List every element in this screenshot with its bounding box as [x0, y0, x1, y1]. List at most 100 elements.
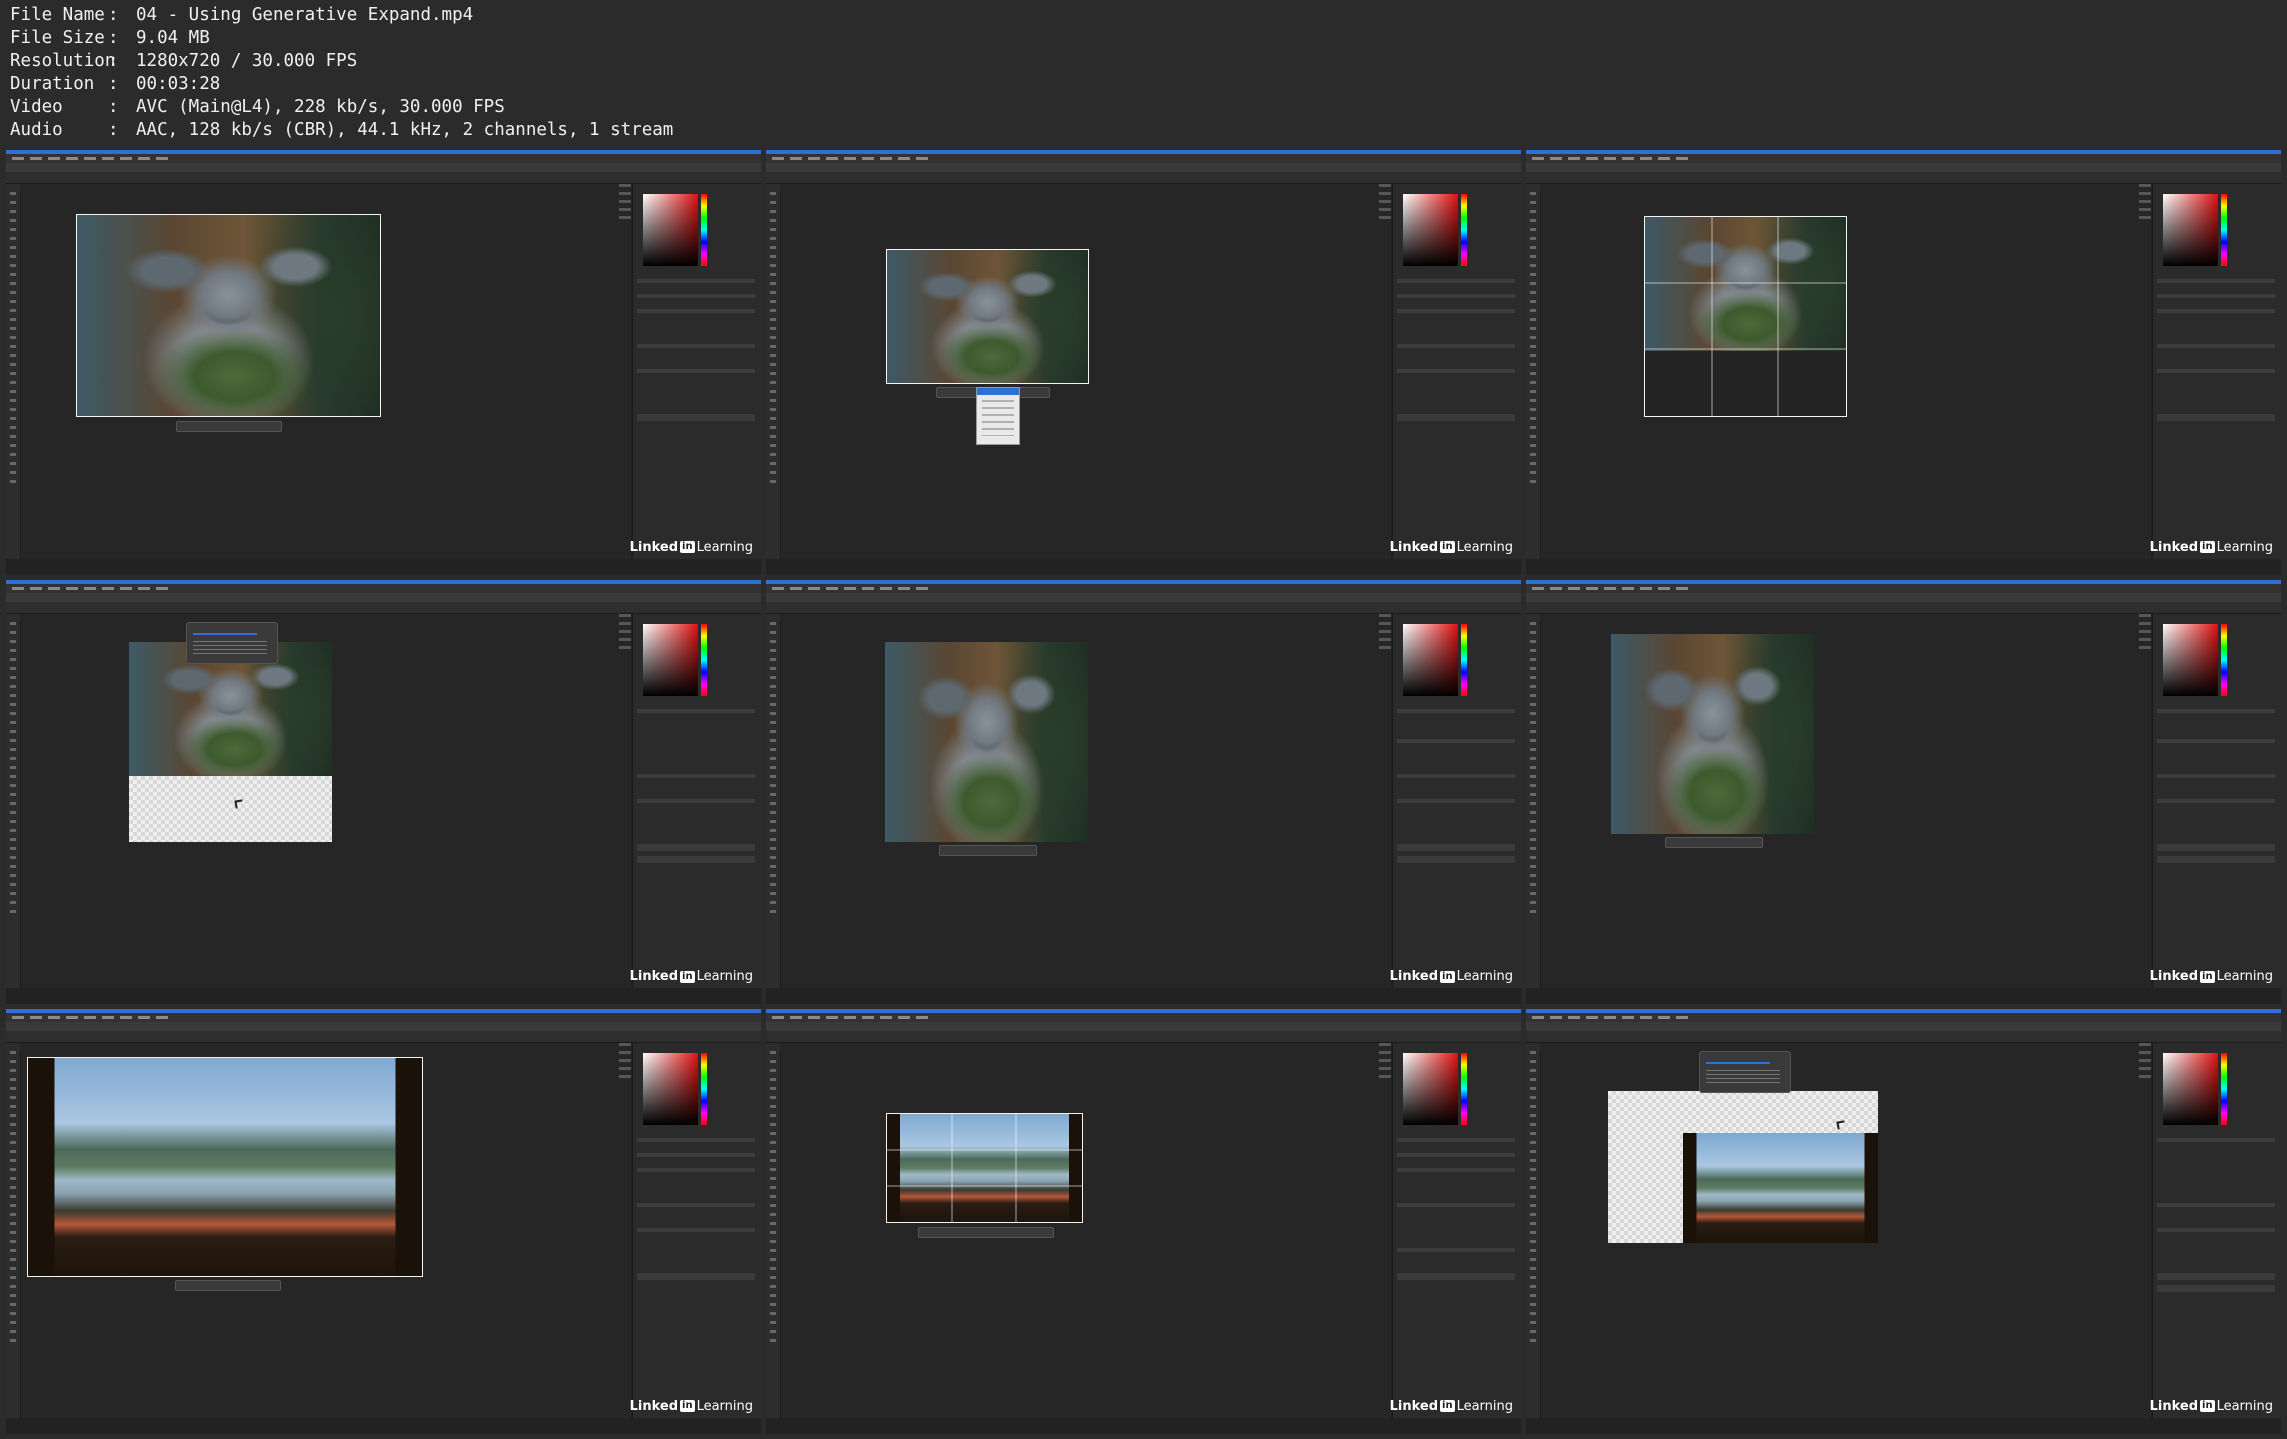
options-bar: [1526, 1031, 2281, 1044]
video-thumbnail[interactable]: Linked in Learning: [766, 579, 1521, 1005]
landscape-photo: [1683, 1133, 1878, 1244]
file-info-key: Audio: [10, 120, 63, 140]
video-thumbnail[interactable]: Linked in Learning: [6, 150, 761, 575]
file-info-key: Resolution: [10, 51, 116, 71]
logo-text: Learning: [2216, 1398, 2273, 1414]
menu-bar: [1526, 154, 2281, 163]
canvas-area: [21, 621, 631, 989]
hue-slider: [1461, 1053, 1467, 1126]
contextual-task-bar[interactable]: [1665, 836, 1763, 848]
linkedin-learning-logo: Linked in Learning: [2150, 540, 2273, 555]
video-thumbnail[interactable]: Linked in Learning: [766, 150, 1521, 575]
crop-frame[interactable]: [886, 249, 1089, 384]
crop-frame[interactable]: [1644, 216, 1847, 417]
layer-row: [2157, 855, 2275, 863]
document-tab-bar: [780, 1043, 1391, 1052]
contextual-task-bar[interactable]: [175, 1280, 281, 1292]
video-thumbnail[interactable]: Linked in Learning: [6, 579, 761, 1005]
right-panels: [1379, 1043, 1521, 1418]
layer-row: [1397, 414, 1515, 421]
logo-text: Linked: [629, 969, 679, 985]
video-thumbnail[interactable]: Linked in Learning: [1526, 1009, 2281, 1434]
linkedin-learning-logo: Linked in Learning: [1390, 540, 1513, 555]
crop-frame[interactable]: [886, 1113, 1083, 1224]
canvas-area: [21, 1051, 631, 1418]
generating-dialog: [1699, 1051, 1791, 1094]
linkedin-learning-logo: Linked in Learning: [630, 1399, 753, 1414]
logo-in-badge: in: [680, 970, 695, 983]
file-info-separator: :: [108, 51, 119, 71]
layer-row: [2157, 414, 2275, 421]
color-picker: [643, 194, 698, 266]
contextual-task-bar[interactable]: [176, 421, 282, 432]
canvas-area: [781, 621, 1391, 989]
document-tab-bar: [20, 184, 631, 192]
file-info-row: Resolution:1280x720 / 30.000 FPS: [10, 50, 673, 73]
logo-text: Linked: [629, 539, 679, 555]
menu-bar: [766, 154, 1521, 163]
status-bar: [1526, 1417, 2281, 1434]
color-picker: [1403, 194, 1458, 266]
file-info-value: 1280x720 / 30.000 FPS: [136, 51, 358, 71]
color-picker: [1403, 1053, 1458, 1126]
hue-slider: [701, 623, 707, 696]
right-panels: [1379, 184, 1521, 559]
tools-panel: [766, 1043, 781, 1418]
tools-panel: [766, 184, 781, 559]
app-title-bar: [766, 1022, 1521, 1032]
options-bar: [766, 601, 1521, 614]
logo-text: Linked: [629, 1398, 679, 1414]
logo-text: Linked: [2149, 539, 2199, 555]
file-info-key: File Size: [10, 28, 105, 48]
options-bar: [6, 172, 761, 184]
file-info-value: 9.04 MB: [136, 28, 210, 48]
contextual-task-bar[interactable]: [918, 1227, 1054, 1239]
hue-slider: [2221, 1053, 2227, 1126]
file-info-row: Duration:00:03:28: [10, 73, 673, 96]
layer-row: [1397, 843, 1515, 851]
logo-text: Learning: [1456, 539, 1513, 555]
logo-text: Linked: [2149, 1398, 2199, 1414]
logo-text: Linked: [1389, 969, 1439, 985]
crop-frame[interactable]: [27, 1057, 423, 1278]
right-panels: [2139, 184, 2281, 559]
linkedin-learning-logo: Linked in Learning: [2150, 969, 2273, 984]
status-bar: [1526, 988, 2281, 1005]
ratio-dropdown[interactable]: [976, 387, 1020, 445]
tools-panel: [6, 1043, 21, 1418]
status-bar: [6, 988, 761, 1005]
contextual-task-bar[interactable]: [939, 844, 1037, 856]
options-bar: [6, 601, 761, 614]
logo-in-badge: in: [2200, 541, 2215, 554]
status-bar: [766, 1417, 1521, 1434]
file-info-separator: :: [108, 5, 119, 25]
video-thumbnail[interactable]: Linked in Learning: [1526, 150, 2281, 575]
layer-row: [637, 1273, 755, 1281]
linkedin-learning-logo: Linked in Learning: [2150, 1399, 2273, 1414]
logo-text: Linked: [1389, 539, 1439, 555]
koala-expanded-photo: [1611, 633, 1814, 834]
logo-text: Learning: [696, 969, 753, 985]
crop-frame[interactable]: [76, 214, 381, 417]
video-thumbnail[interactable]: Linked in Learning: [6, 1009, 761, 1434]
logo-text: Learning: [2216, 539, 2273, 555]
menu-bar: [6, 583, 761, 593]
hue-slider: [2221, 623, 2227, 696]
logo-text: Linked: [1389, 1398, 1439, 1414]
app-title-bar: [1526, 592, 2281, 602]
tools-panel: [6, 613, 21, 989]
file-info-value: 04 - Using Generative Expand.mp4: [136, 5, 474, 25]
document-tab-bar: [1540, 1043, 2151, 1052]
canvas-area: [21, 192, 631, 559]
video-thumbnail[interactable]: Linked in Learning: [766, 1009, 1521, 1434]
layer-row: [2157, 1285, 2275, 1293]
color-picker: [2163, 194, 2218, 266]
menu-bar: [1526, 583, 2281, 593]
document-tab-bar: [20, 1043, 631, 1052]
logo-text: Learning: [696, 1398, 753, 1414]
right-panels: [619, 613, 761, 989]
menu-bar: [766, 1013, 1521, 1023]
logo-text: Linked: [2149, 969, 2199, 985]
video-thumbnail[interactable]: Linked in Learning: [1526, 579, 2281, 1005]
logo-in-badge: in: [1440, 970, 1455, 983]
